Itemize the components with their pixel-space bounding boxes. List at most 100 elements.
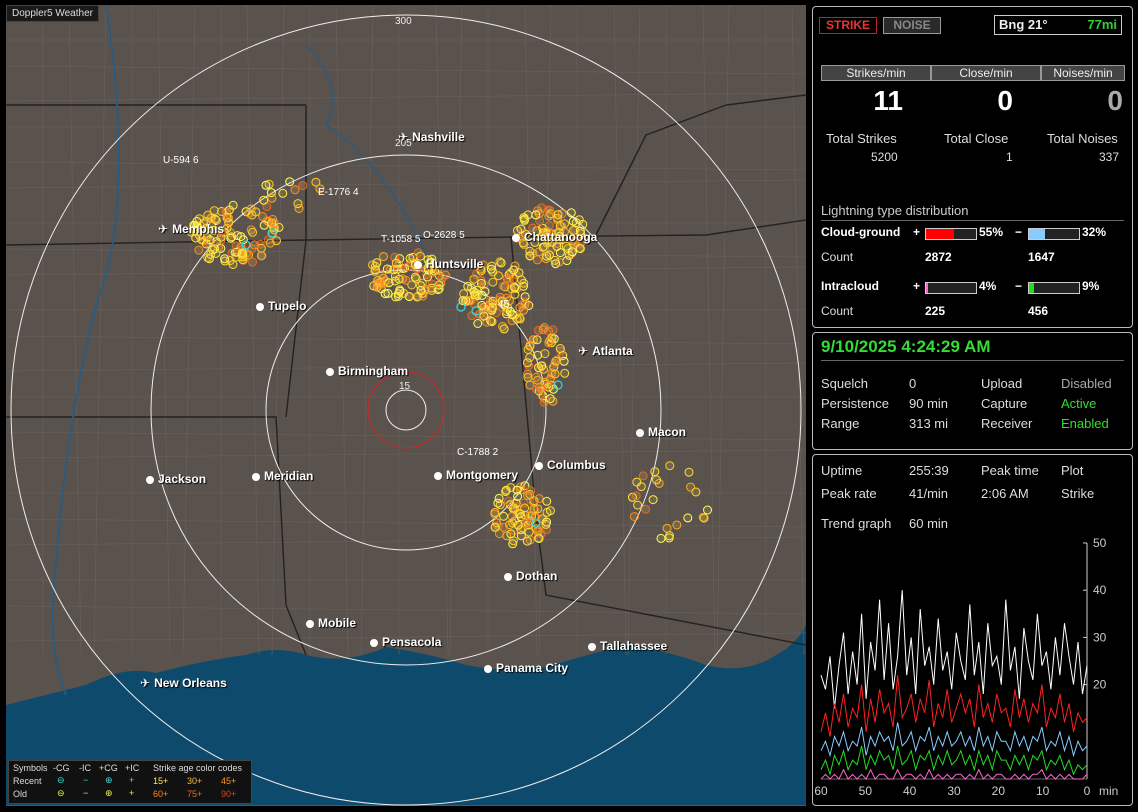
storm-cell-label[interactable]: E-1776 4 xyxy=(318,187,359,198)
strike-marker xyxy=(427,279,437,289)
storm-cell-label[interactable]: 45 xyxy=(498,299,509,310)
strike-marker xyxy=(522,536,532,546)
noises-per-min-header: Noises/min xyxy=(1041,65,1125,81)
strike-marker xyxy=(510,289,520,299)
strike-marker xyxy=(403,262,413,272)
pos-ic-symbol-icon: + xyxy=(129,775,135,785)
cg-pos-bar xyxy=(925,228,977,240)
bearing-readout: Bng 21° 77mi xyxy=(994,15,1122,35)
strike-marker xyxy=(488,303,498,313)
storm-cell-label[interactable]: O-2628 5 xyxy=(423,230,465,241)
map-canvas[interactable] xyxy=(6,5,806,806)
strike-marker xyxy=(520,215,529,225)
ic-pos-pct: 4% xyxy=(979,279,997,293)
river xyxy=(51,5,120,696)
legend-col: -IC xyxy=(79,763,91,773)
squelch-label: Squelch xyxy=(821,376,868,391)
strike-marker xyxy=(520,292,530,302)
ic-count-label: Count xyxy=(821,304,854,318)
strike-marker xyxy=(525,251,535,261)
strike-mode-button[interactable]: STRIKE xyxy=(819,17,877,34)
city-name: Dothan xyxy=(516,569,558,583)
receiver-value[interactable]: Enabled xyxy=(1061,416,1109,431)
city-name: Meridian xyxy=(264,469,314,483)
trend-window-value[interactable]: 60 min xyxy=(909,516,948,531)
strike-marker xyxy=(238,249,248,259)
total-close-value: 1 xyxy=(1006,150,1013,164)
storm-cell-label[interactable]: C-1788 2 xyxy=(457,447,498,458)
range-value[interactable]: 313 mi xyxy=(909,416,948,431)
county-line xyxy=(271,5,285,656)
strike-marker xyxy=(566,208,576,218)
strike-marker xyxy=(379,252,388,262)
city-label-mobile: Mobile xyxy=(306,616,356,630)
capture-value[interactable]: Active xyxy=(1061,396,1096,411)
trend-series-line xyxy=(820,675,1088,737)
county-line xyxy=(6,248,806,258)
total-noises-value: 337 xyxy=(1099,150,1120,164)
strike-marker xyxy=(554,257,564,267)
legend-symbols-title: Symbols xyxy=(13,763,48,773)
bearing-value: Bng 21° xyxy=(999,17,1048,32)
city-dot-icon xyxy=(484,665,492,673)
city-label-meridian: Meridian xyxy=(252,469,313,483)
radar-map[interactable]: Doppler5 Weather 300 205 15 ✈ Nashville ✈ M… xyxy=(6,5,806,806)
city-name: Pensacola xyxy=(382,635,442,649)
city-label-montgomery: Montgomery xyxy=(434,468,518,482)
upload-label: Upload xyxy=(981,376,1023,391)
strike-marker xyxy=(520,300,530,310)
county-line xyxy=(6,335,806,345)
legend-old-label: Old xyxy=(13,789,28,799)
city-label-pensacola: Pensacola xyxy=(370,635,441,649)
county-line xyxy=(716,5,730,656)
strike-marker xyxy=(269,218,279,228)
strike-marker xyxy=(633,500,643,510)
map-legend: Symbols -CG -IC +CG +IC Strike age color… xyxy=(8,760,252,804)
county-line xyxy=(702,5,716,656)
squelch-value[interactable]: 0 xyxy=(909,376,916,391)
strike-marker xyxy=(503,496,513,506)
strike-marker xyxy=(662,523,672,533)
strike-marker xyxy=(380,289,390,299)
ic-pos-sign: + xyxy=(913,279,921,293)
strike-marker xyxy=(255,239,265,249)
city-label-new-orleans: ✈ New Orleans xyxy=(140,676,227,690)
strike-marker xyxy=(524,361,534,370)
cg-pos-pct: 55% xyxy=(979,225,1004,239)
strike-marker xyxy=(508,503,518,513)
plot-value[interactable]: Strike xyxy=(1061,486,1094,501)
strike-marker xyxy=(506,529,516,539)
age-code: 75+ xyxy=(187,789,203,799)
cg-pos-count: 2872 xyxy=(925,250,952,264)
noise-mode-button[interactable]: NOISE xyxy=(883,17,941,34)
intracloud-label: Intracloud xyxy=(821,279,880,293)
strike-marker xyxy=(543,205,553,215)
strike-marker xyxy=(517,275,526,285)
y-tick-label: 40 xyxy=(1093,583,1107,597)
pos-cg-symbol-icon: ⊕ xyxy=(105,788,113,798)
legend-col: +CG xyxy=(99,763,118,773)
strike-marker xyxy=(524,527,534,537)
city-label-chattanooga: Chattanooga xyxy=(512,230,597,244)
city-dot-icon xyxy=(512,234,520,242)
legend-col: +IC xyxy=(125,763,140,773)
strike-marker xyxy=(290,185,300,195)
county-line xyxy=(182,5,196,656)
storm-cell-label[interactable]: U-594 6 xyxy=(163,155,199,166)
state-border xyxy=(305,236,806,646)
neg-ic-symbol-icon: − xyxy=(83,775,89,785)
x-tick-label: 30 xyxy=(947,784,961,798)
county-line xyxy=(6,449,806,459)
county-line xyxy=(613,5,627,656)
persistence-value[interactable]: 90 min xyxy=(909,396,948,411)
capture-label: Capture xyxy=(981,396,1028,411)
strike-marker xyxy=(525,353,535,362)
strike-marker xyxy=(672,520,682,530)
strike-marker xyxy=(552,355,562,365)
storm-cell-label[interactable]: T-1058 5 xyxy=(381,234,420,245)
city-name: Atlanta xyxy=(592,344,633,358)
upload-value[interactable]: Disabled xyxy=(1061,376,1112,391)
strike-marker xyxy=(259,220,269,230)
pos-cg-symbol-icon: ⊕ xyxy=(105,775,113,785)
strike-marker xyxy=(684,467,694,477)
